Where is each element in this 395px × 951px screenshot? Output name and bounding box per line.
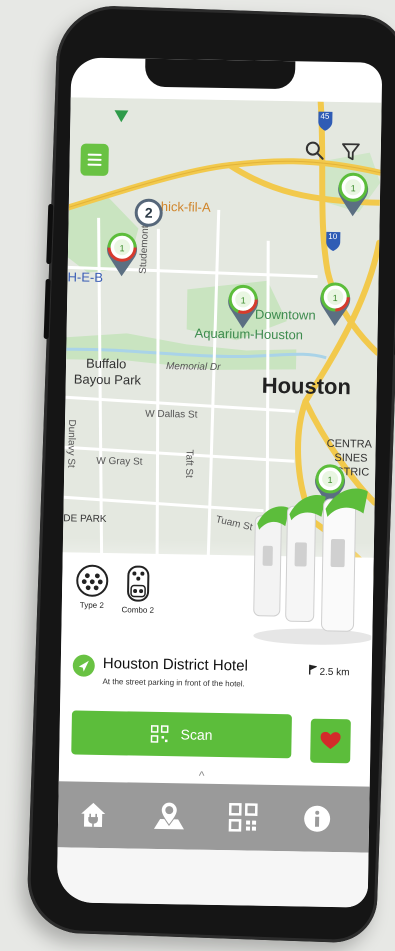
charging-station-pin[interactable]: 1 [225,282,262,331]
map-label-chick-fil-a: hick-fil-A [160,198,211,215]
map-label-central-1: CENTRA [326,437,373,451]
pin-count: 1 [119,243,124,253]
menu-line [87,158,102,161]
filter-icon[interactable] [340,140,362,162]
qr-code-icon [150,725,169,743]
map-label-memorial: Memorial Dr [165,361,221,373]
pin-count: 1 [333,293,338,303]
bottom-tab-bar [57,781,370,853]
navigate-icon[interactable] [72,654,95,677]
station-name: Houston District Hotel [102,654,249,675]
station-detail-card: Type 2 Combo 2 Houston District Hotel At… [58,488,374,788]
scan-label: Scan [180,726,213,743]
station-description: At the street parking in front of the ho… [102,676,245,689]
map-label-heb: H-E-B [67,269,104,285]
heart-icon [320,731,341,749]
map-marker-icon [153,801,184,830]
map-label-buffalo: Buffalo [85,355,127,372]
map-label-taft: Taft St [183,449,195,478]
charging-stations-illustration [253,488,374,645]
charging-station-pin[interactable]: 1 [335,170,372,219]
home-indicator-area [56,847,369,908]
connector-label: Combo 2 [121,605,155,615]
scan-button[interactable]: Scan [71,710,292,759]
search-icon[interactable] [304,139,326,161]
tab-info[interactable] [298,799,337,838]
map-label-w-gray: W Gray St [96,455,143,468]
phone-notch [144,58,296,90]
distance-readout: 2.5 km [308,664,350,679]
qr-code-icon [228,802,258,832]
volume-button [46,203,54,265]
tab-map[interactable] [150,797,189,836]
distance-value: 2.5 km [319,666,350,679]
map-label-downtown: Downtown [254,306,316,323]
info-icon [304,805,331,832]
chevron-up-icon[interactable]: ^ [199,769,205,783]
type2-plug-icon [75,564,109,598]
charging-station-pin[interactable]: 1 [317,280,354,329]
combo2-plug-icon [126,565,150,602]
map-label-dunlavy: Dunlavy St [65,419,78,468]
interstate-10-label: 10 [328,231,338,242]
tab-qr[interactable] [224,798,263,837]
station-info[interactable]: Houston District Hotel At the street par… [72,654,363,688]
map-label-w-dallas: W Dallas St [145,408,198,421]
menu-line [87,163,102,166]
home-plug-icon [81,802,106,828]
map-label-de-park: DE PARK [63,513,107,526]
map-label-houston: Houston [261,372,352,400]
tab-home[interactable] [74,796,113,835]
map-label-bayou-park: Bayou Park [73,371,142,388]
connector-type2[interactable]: Type 2 [72,564,113,610]
pin-count: 1 [351,183,356,193]
connector-combo2[interactable]: Combo 2 [118,565,159,615]
menu-line [87,153,102,156]
app-screen: 45 10 hick-fil-A H-E-B Studemont St Down… [56,57,383,908]
flag-icon [308,664,319,675]
connector-label: Type 2 [79,600,104,610]
location-arrow-marker-icon [114,110,129,123]
charging-station-pin[interactable]: 1 [104,230,141,279]
volume-button [43,278,51,340]
pin-count: 1 [241,295,246,305]
interstate-45-label: 45 [320,111,330,121]
cluster-count: 2 [144,204,153,221]
hamburger-menu-button[interactable] [80,143,109,177]
pin-count: 1 [327,475,332,485]
favorite-button[interactable] [310,718,351,764]
